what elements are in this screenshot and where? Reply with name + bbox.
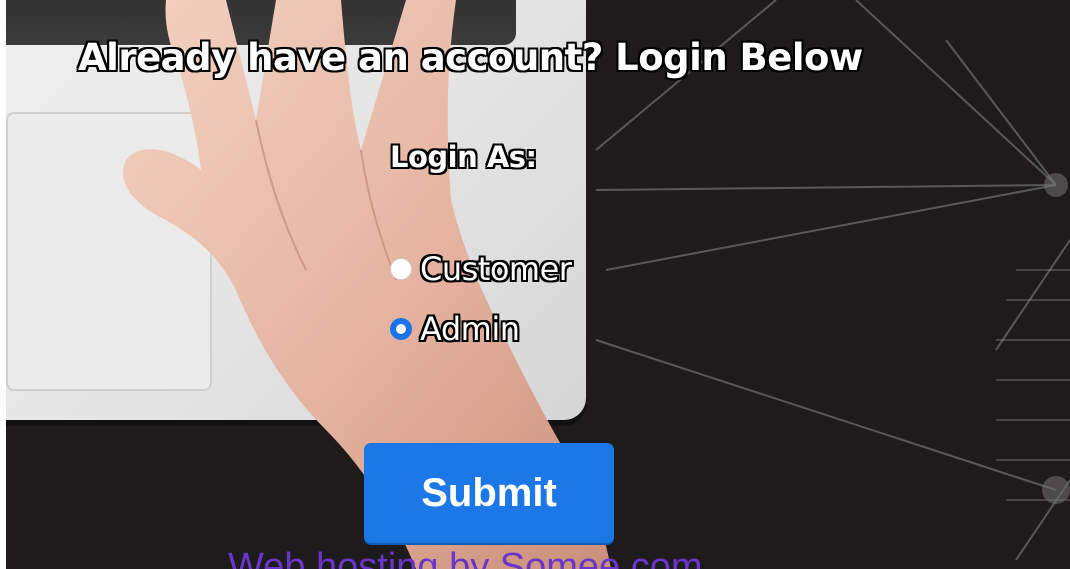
web-hosting-link[interactable]: Web hosting by Somee.com: [228, 546, 703, 569]
radio-option-admin[interactable]: Admin: [390, 310, 520, 348]
login-form: Already have an account? Login Below Log…: [6, 0, 1070, 569]
login-as-label: Login As:: [390, 140, 537, 174]
customer-radio-label[interactable]: Customer: [420, 250, 572, 288]
admin-radio-label[interactable]: Admin: [420, 310, 520, 348]
admin-radio-button[interactable]: [390, 318, 412, 340]
submit-button[interactable]: Submit: [364, 443, 614, 543]
page-heading: Already have an account? Login Below: [78, 36, 863, 79]
customer-radio-button[interactable]: [390, 258, 412, 280]
login-page: Already have an account? Login Below Log…: [6, 0, 1070, 569]
radio-option-customer[interactable]: Customer: [390, 250, 572, 288]
